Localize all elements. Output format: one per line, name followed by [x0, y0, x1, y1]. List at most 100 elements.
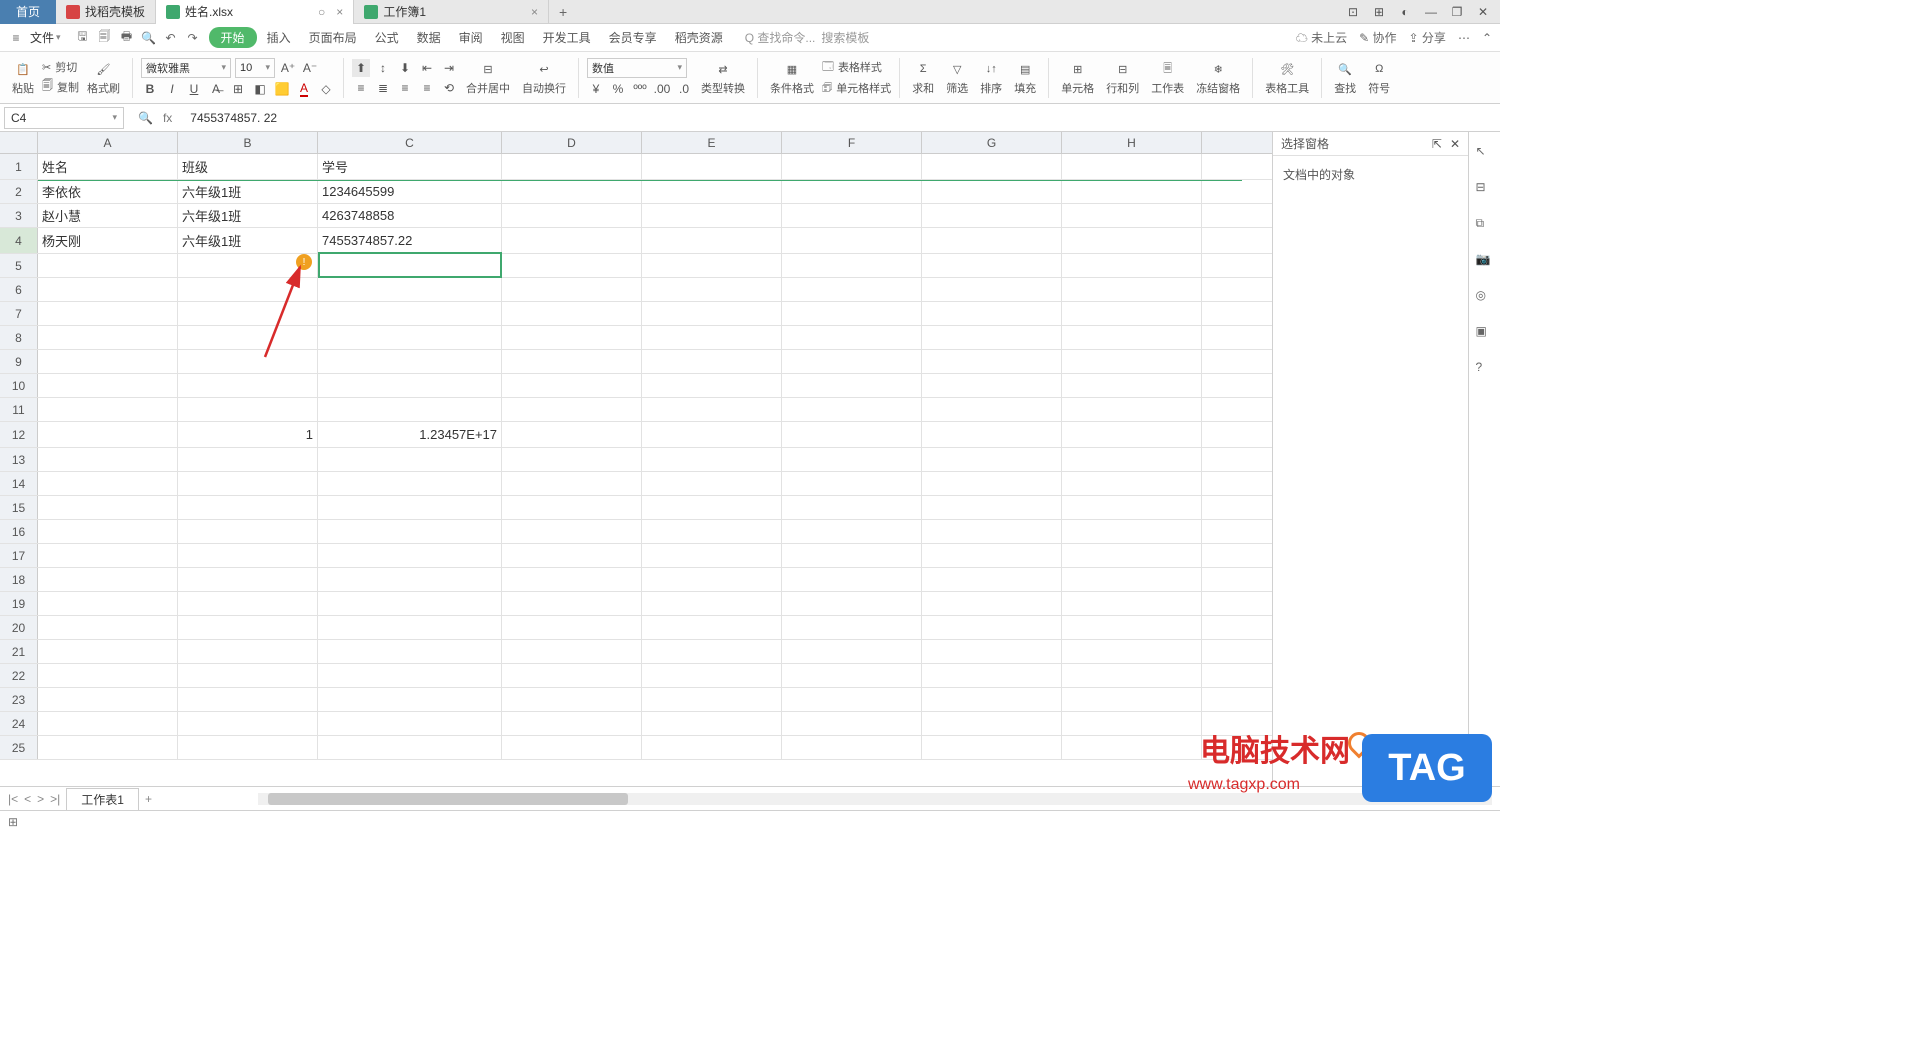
- cell[interactable]: [38, 568, 178, 591]
- cell[interactable]: [38, 472, 178, 495]
- type-convert-button[interactable]: ⇄类型转换: [697, 59, 749, 96]
- cell[interactable]: [922, 688, 1062, 711]
- cell[interactable]: [922, 228, 1062, 253]
- cell[interactable]: [642, 688, 782, 711]
- row-header[interactable]: 20: [0, 616, 38, 639]
- cell[interactable]: [922, 180, 1062, 203]
- font-color-button[interactable]: A: [295, 80, 313, 98]
- cell[interactable]: [922, 472, 1062, 495]
- clear-format-button[interactable]: ◇: [317, 80, 335, 98]
- cell[interactable]: [1062, 228, 1202, 253]
- cell[interactable]: [1062, 278, 1202, 301]
- close-icon[interactable]: ✕: [1476, 5, 1490, 19]
- cell[interactable]: [782, 712, 922, 735]
- comma-icon[interactable]: ººº: [631, 80, 649, 98]
- cell[interactable]: [642, 496, 782, 519]
- sheet-prev-icon[interactable]: <: [24, 792, 31, 806]
- cell[interactable]: [318, 302, 502, 325]
- more-icon[interactable]: ⋯: [1458, 31, 1470, 45]
- cell[interactable]: [642, 326, 782, 349]
- cell[interactable]: [38, 398, 178, 421]
- undo-icon[interactable]: ↶: [163, 30, 179, 46]
- indent-inc-icon[interactable]: ⇥: [440, 59, 458, 77]
- cell[interactable]: [502, 616, 642, 639]
- sheet-add-button[interactable]: +: [145, 792, 152, 806]
- formula-input[interactable]: 7455374857. 22: [182, 111, 1500, 125]
- cell[interactable]: [642, 350, 782, 373]
- sheet-next-icon[interactable]: >: [37, 792, 44, 806]
- row-header[interactable]: 24: [0, 712, 38, 735]
- cell[interactable]: [782, 592, 922, 615]
- cond-format-button[interactable]: ▦条件格式: [766, 59, 818, 96]
- cell[interactable]: [38, 448, 178, 471]
- cell[interactable]: [38, 496, 178, 519]
- fx-search-icon[interactable]: 🔍: [138, 111, 153, 125]
- font-name-select[interactable]: 微软雅黑▾: [141, 58, 231, 78]
- menu-start[interactable]: 开始: [209, 27, 257, 48]
- help-icon[interactable]: ?: [1476, 360, 1494, 378]
- cell-button[interactable]: ⊞单元格: [1057, 59, 1098, 96]
- cell-selected[interactable]: 7455374857.22: [318, 228, 502, 253]
- cell[interactable]: [922, 544, 1062, 567]
- cell[interactable]: [922, 278, 1062, 301]
- cell[interactable]: [38, 302, 178, 325]
- cell[interactable]: [318, 568, 502, 591]
- align-bot-icon[interactable]: ⬇: [396, 59, 414, 77]
- cell[interactable]: [1062, 736, 1202, 759]
- cell[interactable]: [502, 568, 642, 591]
- cell[interactable]: [502, 350, 642, 373]
- cell[interactable]: [642, 664, 782, 687]
- file-tab-current[interactable]: 姓名.xlsx ○ ×: [156, 0, 354, 24]
- cell[interactable]: [922, 350, 1062, 373]
- cell[interactable]: [1062, 204, 1202, 227]
- cell[interactable]: [922, 422, 1062, 447]
- menu-view[interactable]: 视图: [493, 27, 533, 48]
- cell[interactable]: [922, 568, 1062, 591]
- cell[interactable]: [922, 326, 1062, 349]
- cell[interactable]: [782, 374, 922, 397]
- paste-button[interactable]: 📋粘贴: [8, 59, 38, 96]
- filter-button[interactable]: ▽筛选: [942, 59, 972, 96]
- currency-icon[interactable]: ¥: [587, 80, 605, 98]
- cell[interactable]: [642, 422, 782, 447]
- tab-add-button[interactable]: +: [549, 4, 577, 20]
- cell[interactable]: [1062, 374, 1202, 397]
- cell[interactable]: [502, 204, 642, 227]
- align-mid-icon[interactable]: ↕: [374, 59, 392, 77]
- menu-insert[interactable]: 插入: [259, 27, 299, 48]
- row-header[interactable]: 2: [0, 180, 38, 203]
- cell[interactable]: [318, 736, 502, 759]
- cell[interactable]: [642, 520, 782, 543]
- cell[interactable]: [178, 664, 318, 687]
- sheet-tab[interactable]: 工作表1: [66, 788, 139, 810]
- cell[interactable]: [1062, 712, 1202, 735]
- cell[interactable]: [318, 374, 502, 397]
- merge-button[interactable]: ⊟合并居中: [462, 59, 514, 96]
- cell[interactable]: [318, 640, 502, 663]
- cell[interactable]: 班级: [178, 154, 318, 179]
- table-tools-button[interactable]: 🛠表格工具: [1261, 59, 1313, 96]
- scrollbar-thumb[interactable]: [268, 793, 628, 805]
- cell[interactable]: [38, 350, 178, 373]
- cell[interactable]: [782, 326, 922, 349]
- sheet-last-icon[interactable]: >|: [50, 792, 60, 806]
- cell[interactable]: [502, 736, 642, 759]
- decrease-font-icon[interactable]: A⁻: [301, 59, 319, 77]
- fx-label[interactable]: fx: [163, 111, 172, 125]
- cell[interactable]: [782, 664, 922, 687]
- cell[interactable]: [318, 326, 502, 349]
- cell[interactable]: [318, 520, 502, 543]
- sum-button[interactable]: Σ求和: [908, 59, 938, 96]
- cell[interactable]: [318, 664, 502, 687]
- cell[interactable]: [318, 688, 502, 711]
- cell[interactable]: [782, 472, 922, 495]
- cell[interactable]: [1062, 688, 1202, 711]
- menu-icon[interactable]: ≡: [8, 30, 24, 46]
- cell[interactable]: [502, 254, 642, 277]
- cell[interactable]: 1.23457E+17: [318, 422, 502, 447]
- cell[interactable]: [318, 544, 502, 567]
- col-header[interactable]: H: [1062, 132, 1202, 153]
- cell[interactable]: [502, 640, 642, 663]
- cloud-status[interactable]: ☁ 未上云: [1296, 29, 1347, 46]
- cell[interactable]: [1062, 422, 1202, 447]
